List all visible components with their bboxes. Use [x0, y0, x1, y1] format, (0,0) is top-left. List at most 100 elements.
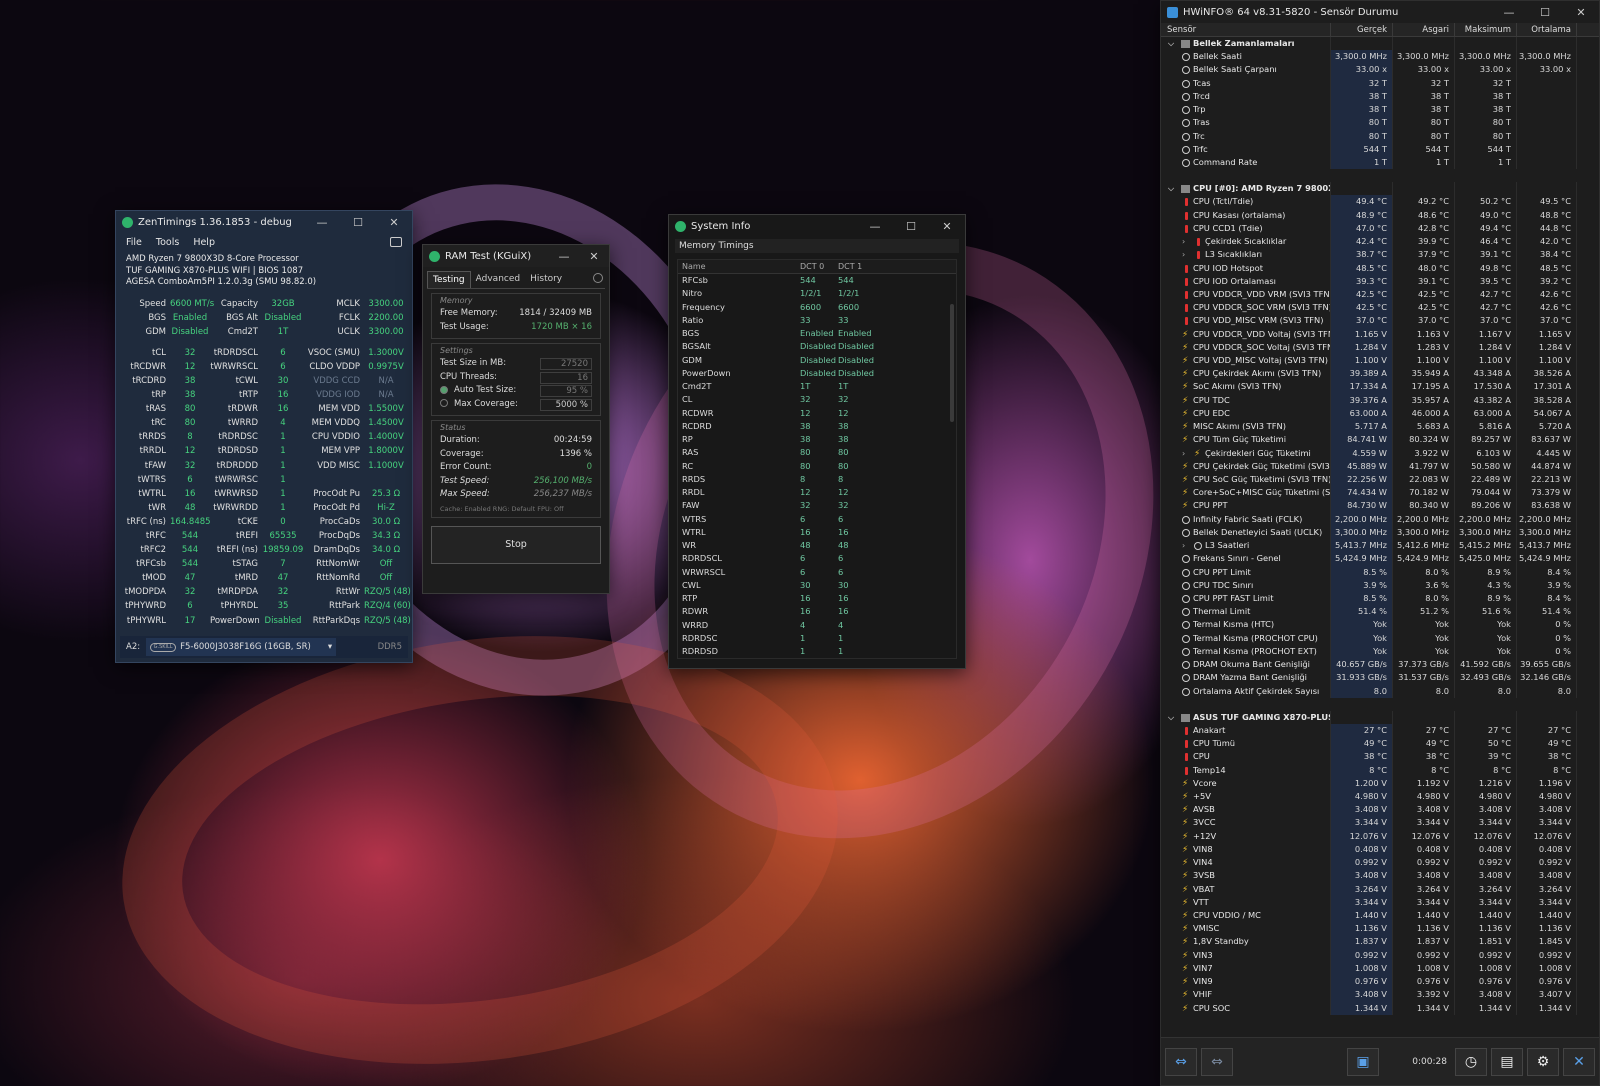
- sensor-row[interactable]: ⚡ CPU VDDIO / MC 1.440 V 1.440 V 1.440 V 1.44…: [1161, 909, 1599, 923]
- sensor-row[interactable]: Infinity Fabric Saati (FCLK) 2,200.0 MHz 2…: [1161, 512, 1599, 526]
- minimize-icon[interactable]: —: [1491, 6, 1527, 19]
- sensor-row[interactable]: CPU Tümü 49 °C 49 °C 50 °C 49 °C: [1161, 737, 1599, 751]
- sensor-row[interactable]: CPU 38 °C 38 °C 39 °C 38 °C: [1161, 750, 1599, 764]
- sensor-row[interactable]: ⚡ 3VSB 3.408 V 3.408 V 3.408 V 3.408 V: [1161, 869, 1599, 883]
- network-icon[interactable]: ▣: [1347, 1047, 1379, 1076]
- sensor-row[interactable]: Anakart 27 °C 27 °C 27 °C 27 °C: [1161, 723, 1599, 738]
- col-avg[interactable]: Ortalama: [1517, 23, 1577, 37]
- test-size-input[interactable]: 27520: [540, 358, 592, 370]
- sensor-row[interactable]: Bellek Denetleyici Saati (UCLK) 3,300.0 M…: [1161, 525, 1599, 540]
- sensor-row[interactable]: ⚡ VMISC 1.136 V 1.136 V 1.136 V 1.136 V: [1161, 922, 1599, 936]
- close-icon[interactable]: ✕: [1563, 6, 1599, 19]
- sensor-row[interactable]: › L3 Sıcaklıkları 38.7 °C 37.9 °C 39.1 °C 38.…: [1161, 248, 1599, 262]
- max-coverage-input[interactable]: 5000 %: [540, 398, 592, 411]
- sensor-row[interactable]: Trcd 38 T 38 T 38 T: [1161, 89, 1599, 104]
- sensor-row[interactable]: ⚡ VBAT 3.264 V 3.264 V 3.264 V 3.264 V: [1161, 882, 1599, 896]
- sensor-row[interactable]: Trp 38 T 38 T 38 T: [1161, 103, 1599, 117]
- sensor-row[interactable]: Bellek Saati 3,300.0 MHz 3,300.0 MHz 3,300.…: [1161, 50, 1599, 64]
- sensor-row[interactable]: ⚡ VIN8 0.408 V 0.408 V 0.408 V 0.408 V: [1161, 842, 1599, 857]
- sensor-row[interactable]: ⚡ VTT 3.344 V 3.344 V 3.344 V 3.344 V: [1161, 895, 1599, 909]
- sensor-row[interactable]: Tras 80 T 80 T 80 T: [1161, 116, 1599, 130]
- collapse-chevron-icon[interactable]: ⌵: [1168, 711, 1174, 724]
- nav-left-icon[interactable]: ⇔: [1165, 1047, 1197, 1076]
- sensor-row[interactable]: › Çekirdek Sıcaklıklar 42.4 °C 39.9 °C 46.4 …: [1161, 235, 1599, 249]
- sensor-row[interactable]: ⚡ MISC Akımı (SVI3 TFN) 5.717 A 5.683 A 5.81…: [1161, 420, 1599, 434]
- auto-size-radio[interactable]: [440, 385, 448, 394]
- sensor-row[interactable]: Thermal Limit 51.4 % 51.2 % 51.6 % 51.4 %: [1161, 605, 1599, 619]
- sensor-row[interactable]: ⚡ CPU SoC Güç Tüketimi (SVI3 TFN) 22.256 W…: [1161, 473, 1599, 487]
- sensor-row[interactable]: Termal Kısma (HTC) Yok Yok Yok 0 %: [1161, 618, 1599, 632]
- sensor-row[interactable]: ⚡ SoC Akımı (SVI3 TFN) 17.334 A 17.195 A 17.…: [1161, 380, 1599, 394]
- sensor-row[interactable]: CPU TDC Sınırı 3.9 % 3.6 % 4.3 % 3.9 %: [1161, 578, 1599, 592]
- sensor-row[interactable]: Termal Kısma (PROCHOT EXT) Yok Yok Yok 0 %: [1161, 644, 1599, 659]
- zentimings-titlebar[interactable]: ZenTimings 1.36.1853 - debug — ☐ ✕: [116, 211, 412, 233]
- sensor-row[interactable]: ⚡ CPU Tüm Güç Tüketimi 84.741 W 80.324 W 89.…: [1161, 433, 1599, 447]
- expand-chevron-icon[interactable]: ›: [1182, 248, 1185, 261]
- sensor-row[interactable]: CPU PPT FAST Limit 8.5 % 8.0 % 8.9 % 8.4 %: [1161, 591, 1599, 606]
- sensor-row[interactable]: DRAM Okuma Bant Genişliği 40.657 GB/s 37.3…: [1161, 658, 1599, 672]
- sensor-row[interactable]: CPU Kasası (ortalama) 48.9 °C 48.6 °C 49.0 …: [1161, 208, 1599, 222]
- sensor-row[interactable]: ⚡ CPU SOC 1.344 V 1.344 V 1.344 V 1.344 V: [1161, 1001, 1599, 1015]
- nav-right-icon[interactable]: ⇔: [1201, 1047, 1233, 1076]
- ramtest-titlebar[interactable]: RAM Test (KGuiX) — ✕: [423, 245, 609, 267]
- sensor-table-body[interactable]: ⌵ Bellek Zamanlamaları Bellek Saati 3,300.0…: [1161, 37, 1599, 1037]
- scrollbar[interactable]: [950, 304, 954, 422]
- sensor-row[interactable]: CPU VDDCR_VDD VRM (SVI3 TFN) 42.5 °C 42.5 …: [1161, 287, 1599, 302]
- module-select[interactable]: G.SKILL F5-6000J3038F16G (16GB, SR) ▾: [146, 638, 337, 656]
- collapse-chevron-icon[interactable]: ⌵: [1168, 37, 1174, 50]
- sensor-row[interactable]: Bellek Saati Çarpanı 33.00 x 33.00 x 33.00 …: [1161, 63, 1599, 77]
- sensor-row[interactable]: ⚡ Vcore 1.200 V 1.192 V 1.216 V 1.196 V: [1161, 776, 1599, 791]
- auto-size-input[interactable]: 95 %: [540, 385, 592, 397]
- close-icon[interactable]: ✕: [929, 220, 965, 233]
- sensor-row[interactable]: CPU IOD Ortalaması 39.3 °C 39.1 °C 39.5 °C 3…: [1161, 274, 1599, 288]
- col-min[interactable]: Asgari: [1393, 23, 1455, 37]
- collapse-chevron-icon[interactable]: ⌵: [1168, 182, 1174, 195]
- menu-file[interactable]: File: [126, 237, 142, 248]
- sensor-row[interactable]: ⚡ VIN4 0.992 V 0.992 V 0.992 V 0.992 V: [1161, 856, 1599, 870]
- timings-table[interactable]: Name DCT 0 DCT 1 RFCsb 544 544 Nitro 1/2/1 1/…: [677, 259, 957, 659]
- sensor-row[interactable]: ⚡ Core+SoC+MISC Güç Tüketimi (S... 74.434 …: [1161, 486, 1599, 500]
- settings-gear-icon[interactable]: [593, 273, 603, 283]
- sensor-row[interactable]: DRAM Yazma Bant Genişliği 31.933 GB/s 31.5…: [1161, 671, 1599, 685]
- sensor-row[interactable]: › ⚡ Çekirdekleri Güç Tüketimi 4.559 W 3.922 …: [1161, 446, 1599, 460]
- sensor-row[interactable]: Termal Kısma (PROCHOT CPU) Yok Yok Yok 0 %: [1161, 631, 1599, 645]
- sensor-row[interactable]: Trfc 544 T 544 T 544 T: [1161, 142, 1599, 156]
- sensor-row[interactable]: CPU (Tctl/Tdie) 49.4 °C 49.2 °C 50.2 °C 49.5…: [1161, 195, 1599, 209]
- threads-input[interactable]: 16: [540, 371, 592, 384]
- sensor-group-header[interactable]: ⌵ Bellek Zamanlamaları: [1161, 37, 1599, 51]
- sensor-row[interactable]: ⚡ VIN7 1.008 V 1.008 V 1.008 V 1.008 V: [1161, 961, 1599, 976]
- sensor-row[interactable]: CPU IOD Hotspot 48.5 °C 48.0 °C 49.8 °C 48.5…: [1161, 261, 1599, 275]
- minimize-icon[interactable]: —: [304, 216, 340, 229]
- sensor-row[interactable]: CPU CCD1 (Tdie) 47.0 °C 42.8 °C 49.4 °C 44.8…: [1161, 221, 1599, 236]
- sensor-row[interactable]: CPU PPT Limit 8.5 % 8.0 % 8.9 % 8.4 %: [1161, 565, 1599, 579]
- sensor-group-header[interactable]: ⌵ CPU [#0]: AMD Ryzen 7 9800X3D: Enhanced: [1161, 182, 1599, 196]
- sensor-row[interactable]: ⚡ CPU VDD_MISC Voltaj (SVI3 TFN) 1.100 V 1.…: [1161, 354, 1599, 368]
- tab-advanced[interactable]: Advanced: [471, 271, 525, 288]
- col-sensor[interactable]: Sensör: [1161, 23, 1331, 37]
- sensor-row[interactable]: ⚡ VHIF 3.408 V 3.392 V 3.408 V 3.407 V: [1161, 988, 1599, 1002]
- sensor-row[interactable]: ⚡ AVSB 3.408 V 3.408 V 3.408 V 3.408 V: [1161, 803, 1599, 817]
- expand-chevron-icon[interactable]: ›: [1182, 539, 1185, 552]
- maximize-icon[interactable]: ☐: [340, 216, 376, 229]
- sensor-row[interactable]: Ortalama Aktif Çekirdek Sayısı 8.0 8.0 8.0 8…: [1161, 684, 1599, 698]
- sensor-row[interactable]: ⚡ 3VCC 3.344 V 3.344 V 3.344 V 3.344 V: [1161, 816, 1599, 830]
- sensor-row[interactable]: ⚡ +12V 12.076 V 12.076 V 12.076 V 12.076 V: [1161, 829, 1599, 843]
- stop-button[interactable]: Stop: [431, 525, 601, 564]
- sensor-row[interactable]: ⚡ CPU VDDCR_VDD Voltaj (SVI3 TFN) 1.165 V1…: [1161, 327, 1599, 341]
- maximize-icon[interactable]: ☐: [1527, 6, 1563, 19]
- menu-tools[interactable]: Tools: [156, 237, 179, 248]
- sensor-row[interactable]: ⚡ CPU EDC 63.000 A 46.000 A 63.000 A 54.067 A: [1161, 406, 1599, 421]
- sensor-row[interactable]: ⚡ +5V 4.980 V 4.980 V 4.980 V 4.980 V: [1161, 790, 1599, 804]
- col-current[interactable]: Gerçek: [1331, 23, 1393, 37]
- minimize-icon[interactable]: —: [549, 250, 579, 263]
- sensor-row[interactable]: ⚡ CPU VDDCR_SOC Voltaj (SVI3 TFN) 1.284 V1…: [1161, 340, 1599, 355]
- expand-chevron-icon[interactable]: ›: [1182, 447, 1185, 460]
- expand-chevron-icon[interactable]: ›: [1182, 235, 1185, 248]
- sensor-row[interactable]: Temp14 8 °C 8 °C 8 °C 8 °C: [1161, 763, 1599, 777]
- minimize-icon[interactable]: —: [857, 220, 893, 233]
- sysinfo-titlebar[interactable]: System Info — ☐ ✕: [669, 215, 965, 237]
- gear-icon[interactable]: ⚙: [1527, 1047, 1559, 1076]
- sensor-row[interactable]: Tcas 32 T 32 T 32 T: [1161, 76, 1599, 90]
- maximize-icon[interactable]: ☐: [893, 220, 929, 233]
- tab-history[interactable]: History: [525, 271, 567, 288]
